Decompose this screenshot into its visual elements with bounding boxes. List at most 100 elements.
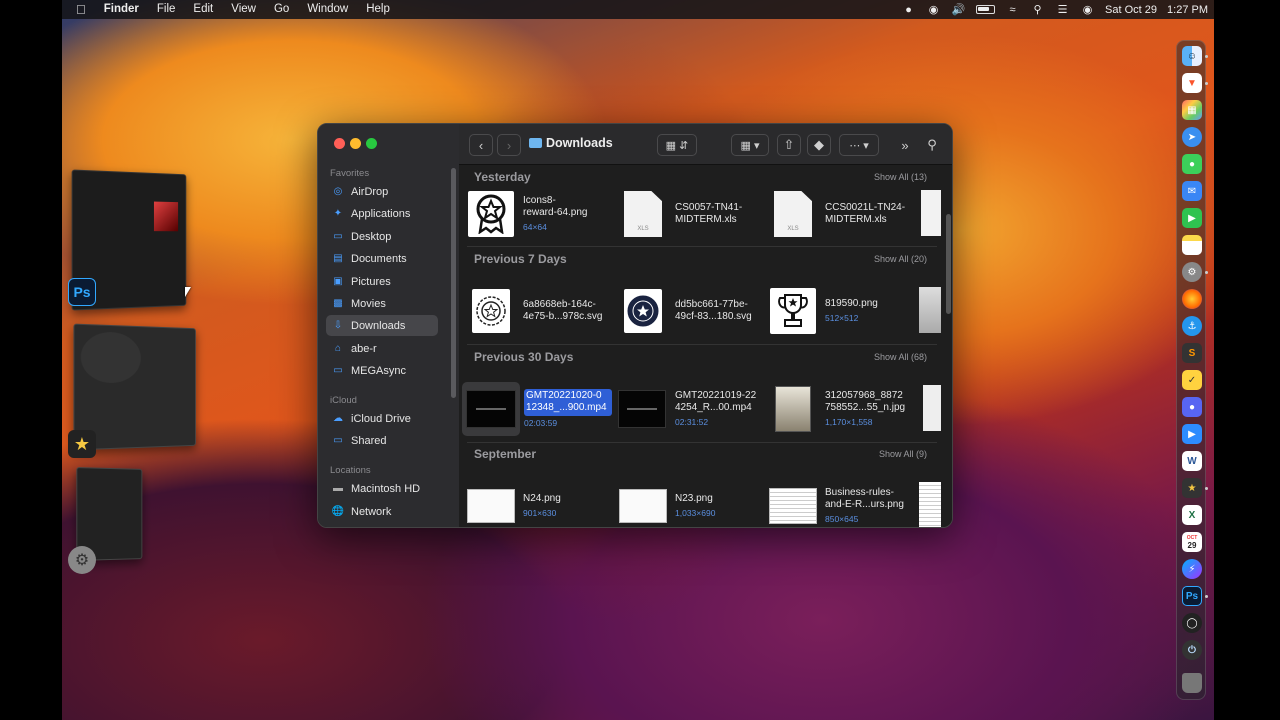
word-dock-icon[interactable]: W: [1182, 451, 1202, 471]
close-button[interactable]: [334, 138, 345, 149]
group-by-button[interactable]: ▦ ▾: [731, 134, 769, 156]
file-item[interactable]: Business-rules-and-E-R...urs.png 850×645: [769, 478, 913, 528]
file-item[interactable]: XLS CCS0021L-TN24- MIDTERM.xls: [769, 186, 913, 242]
zoom-dock-icon[interactable]: ▶: [1182, 424, 1202, 444]
file-item[interactable]: 819590.png 512×512: [769, 283, 913, 339]
safari-dock-icon[interactable]: ➤: [1182, 127, 1202, 147]
menu-help[interactable]: Help: [357, 0, 399, 19]
facetime-dock-icon[interactable]: ▶: [1182, 208, 1202, 228]
mail-dock-icon[interactable]: ✉: [1182, 181, 1202, 201]
system-preferences-dock-icon[interactable]: ⚙: [1182, 262, 1202, 282]
menu-time[interactable]: 1:27 PM: [1167, 4, 1208, 16]
show-all-previous-30-days[interactable]: Show All (68): [874, 352, 927, 362]
firefox-dock-icon[interactable]: [1182, 289, 1202, 309]
share-button[interactable]: ⇧: [777, 134, 801, 156]
file-item[interactable]: Icons8- reward-64.png 64×64: [467, 186, 611, 242]
volume-icon[interactable]: 🔊: [951, 4, 966, 16]
search-button[interactable]: ⚲: [921, 134, 943, 156]
sidebar-item-desktop[interactable]: ▭ Desktop: [326, 226, 438, 247]
forward-button[interactable]: ›: [497, 134, 521, 156]
imovie-dock-icon[interactable]: ★: [1182, 478, 1202, 498]
file-item[interactable]: 312057968_8872 758552...55_n.jpg 1,170×1,5…: [769, 381, 913, 437]
minimize-button[interactable]: [350, 138, 361, 149]
zoom-button[interactable]: [366, 138, 377, 149]
menu-file[interactable]: File: [148, 0, 185, 19]
menu-go[interactable]: Go: [265, 0, 298, 19]
battery-icon[interactable]: [976, 5, 995, 14]
sidebar-item-applications[interactable]: ✦ Applications: [326, 203, 438, 224]
sidebar-scrollbar[interactable]: [451, 168, 456, 398]
toolbar-overflow-button[interactable]: »: [895, 134, 915, 156]
obs-dock-icon[interactable]: ◯: [1182, 613, 1202, 633]
sidebar-item-downloads[interactable]: ⇩ Downloads: [326, 315, 438, 336]
sidebar-item-label: Documents: [351, 253, 407, 265]
sidebar-item-megasync[interactable]: ▭ MEGAsync: [326, 360, 438, 381]
imovie-app-icon[interactable]: ★: [68, 430, 96, 458]
menu-edit[interactable]: Edit: [184, 0, 222, 19]
apple-menu-icon[interactable]: : [62, 0, 95, 19]
show-all-september[interactable]: Show All (9): [879, 449, 927, 459]
menu-view[interactable]: View: [222, 0, 265, 19]
file-item[interactable]: N23.png 1,033×690: [619, 478, 763, 528]
brave-dock-icon[interactable]: ▼: [1182, 73, 1202, 93]
menu-app-name[interactable]: Finder: [95, 0, 148, 19]
trash-icon[interactable]: [1182, 673, 1202, 693]
discord-dock-icon[interactable]: ●: [1182, 397, 1202, 417]
file-item[interactable]: GMT20221019-22 4254_R...00.mp4 02:31:52: [617, 381, 763, 437]
wifi-icon[interactable]: ≈: [1005, 4, 1020, 16]
excel-dock-icon[interactable]: X: [1182, 505, 1202, 525]
globe-status-icon[interactable]: ●: [901, 4, 916, 16]
sidebar-item-label: Macintosh HD: [351, 483, 420, 495]
file-thumbnail: XLS: [619, 190, 667, 238]
sidebar-item-documents[interactable]: ▤ Documents: [326, 248, 438, 269]
file-item-selected[interactable]: GMT20221020-0 12348_...900.mp4 02:03:59: [462, 381, 612, 437]
sidebar-item-movies[interactable]: ▩ Movies: [326, 293, 438, 314]
launchpad-dock-icon[interactable]: ▦: [1182, 100, 1202, 120]
file-item[interactable]: N24.png 901×630: [467, 478, 611, 528]
file-item[interactable]: dd5bc661-77be- 49cf-83...180.svg: [619, 283, 763, 339]
sidebar-item-label: Shared: [351, 435, 386, 447]
sidebar-item-icloud-drive[interactable]: ☁ iCloud Drive: [326, 408, 438, 429]
show-all-yesterday[interactable]: Show All (13): [874, 172, 927, 182]
sidebar-item-airdrop[interactable]: ◎ AirDrop: [326, 181, 438, 202]
applications-icon: ✦: [332, 208, 344, 220]
sidebar-item-network[interactable]: 🌐 Network: [326, 501, 438, 522]
sublime-dock-icon[interactable]: S: [1182, 343, 1202, 363]
calendar-dock-icon[interactable]: OCT 29: [1182, 532, 1202, 552]
show-all-previous-7-days[interactable]: Show All (20): [874, 254, 927, 264]
norton-status-icon[interactable]: ◉: [926, 4, 941, 16]
power-dock-icon[interactable]: ⏻: [1182, 640, 1202, 660]
sidebar-item-shared[interactable]: ▭ Shared: [326, 430, 438, 451]
control-center-icon[interactable]: ☰: [1055, 4, 1070, 16]
back-button[interactable]: ‹: [469, 134, 493, 156]
file-name: dd5bc661-77be-: [675, 299, 763, 312]
spotlight-search-icon[interactable]: ⚲: [1030, 4, 1045, 16]
photoshop-app-icon[interactable]: Ps: [68, 278, 96, 306]
airdrop-icon: ◎: [332, 186, 344, 198]
docker-dock-icon[interactable]: ⚓: [1182, 316, 1202, 336]
shared-folder-icon: ▭: [332, 435, 344, 447]
file-name-2: 4254_R...00.mp4: [675, 402, 763, 415]
photoshop-dock-icon[interactable]: Ps: [1182, 586, 1202, 606]
file-item[interactable]: XLS CS0057-TN41- MIDTERM.xls: [619, 186, 763, 242]
movies-icon: ▩: [332, 298, 344, 310]
norton-dock-icon[interactable]: ✓: [1182, 370, 1202, 390]
messages-dock-icon[interactable]: ●: [1182, 154, 1202, 174]
action-menu-button[interactable]: ⋯ ▾: [839, 134, 879, 156]
sidebar-item-macintosh-hd[interactable]: ▬ Macintosh HD: [326, 478, 438, 499]
running-indicator: [1205, 595, 1208, 598]
view-mode-button[interactable]: ▦ ⇵: [657, 134, 697, 156]
notes-dock-icon[interactable]: [1182, 235, 1202, 255]
content-scrollbar[interactable]: [946, 214, 951, 314]
siri-icon[interactable]: ◉: [1080, 4, 1095, 16]
finder-dock-icon[interactable]: ☺: [1182, 46, 1202, 66]
menu-date[interactable]: Sat Oct 29: [1105, 4, 1157, 16]
file-name: 819590.png: [825, 298, 913, 311]
sidebar-item-pictures[interactable]: ▣ Pictures: [326, 271, 438, 292]
system-preferences-app-icon[interactable]: ⚙: [68, 546, 96, 574]
menu-window[interactable]: Window: [298, 0, 357, 19]
tag-button[interactable]: ◆: [807, 134, 831, 156]
sidebar-item-abe-r[interactable]: ⌂ abe-r: [326, 338, 438, 359]
messenger-dock-icon[interactable]: ⚡: [1182, 559, 1202, 579]
file-item[interactable]: 6a8668eb-164c- 4e75-b...978c.svg: [467, 283, 611, 339]
